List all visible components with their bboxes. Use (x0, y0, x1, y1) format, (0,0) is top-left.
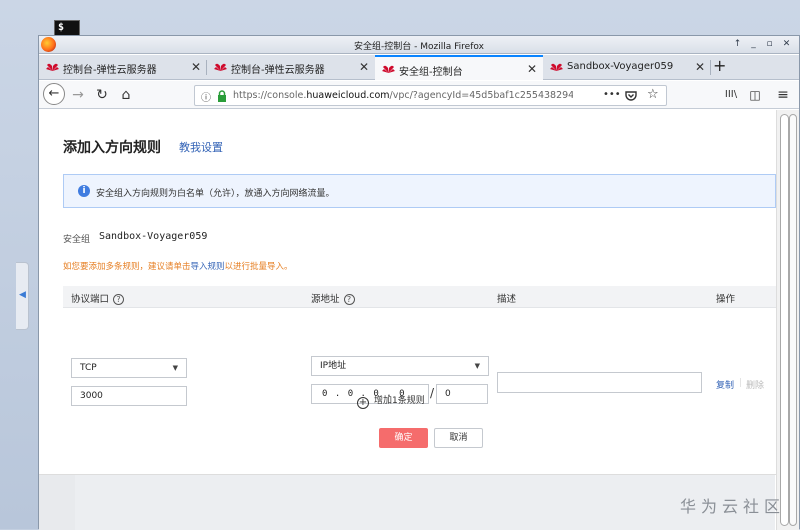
tab-separator (710, 60, 711, 75)
firefox-window: 安全组-控制台 - Mozilla Firefox ↑ _ ▫ ✕ 控制台-弹性… (38, 35, 800, 530)
column-source: 源地址? (311, 291, 355, 305)
help-icon[interactable]: ? (343, 294, 355, 305)
import-hint: 如您要添加多条规则，建议请单击导入规则以进行批量导入。 (63, 262, 293, 272)
watermark: 华为云社区 (680, 497, 786, 516)
op-divider: | (739, 378, 743, 388)
security-group-name: Sandbox-Voyager059 (99, 231, 208, 242)
page-background (75, 475, 775, 530)
rule-dialog: 添加入方向规则 教我设置 i 安全组入方向规则为白名单（允许），放通入方向网络流… (39, 110, 776, 475)
column-protocol-port: 协议端口? (71, 291, 125, 305)
collapse-arrow-icon[interactable]: ◀ (19, 290, 26, 300)
reload-button[interactable]: ↻ (93, 85, 111, 105)
back-button[interactable]: ← (43, 83, 65, 105)
forward-button[interactable]: → (69, 85, 87, 105)
help-link[interactable]: 教我设置 (179, 139, 223, 155)
mask-input[interactable]: 0 (436, 384, 488, 404)
tab-close-icon[interactable]: ✕ (359, 60, 369, 74)
huawei-logo-icon (46, 63, 59, 71)
info-icon: i (78, 185, 90, 197)
pocket-icon[interactable] (625, 90, 637, 102)
protocol-select[interactable]: TCP ▼ (71, 358, 187, 378)
tab-close-icon[interactable]: ✕ (695, 60, 705, 74)
port-input[interactable]: 3000 (71, 386, 187, 406)
source-type-select[interactable]: IP地址 ▼ (311, 356, 489, 376)
column-description: 描述 (497, 294, 517, 305)
tab-label: 安全组-控制台 (399, 67, 463, 78)
tab-sandbox[interactable]: Sandbox-Voyager059 ✕ (543, 55, 711, 80)
home-button[interactable]: ⌂ (117, 85, 135, 105)
mask-separator: / (430, 386, 435, 400)
description-input[interactable] (497, 372, 702, 393)
info-banner: i 安全组入方向规则为白名单（允许），放通入方向网络流量。 (63, 174, 776, 208)
new-tab-button[interactable]: + (713, 56, 726, 75)
plus-circle-icon: + (357, 397, 369, 409)
scrollbar-thumb[interactable] (780, 114, 789, 526)
huawei-logo-icon (382, 65, 395, 73)
title-bar: 安全组-控制台 - Mozilla Firefox ↑ _ ▫ ✕ (39, 36, 799, 54)
info-text: 安全组入方向规则为白名单（允许），放通入方向网络流量。 (96, 189, 335, 199)
url-bar[interactable]: ⓘ https://console.huaweicloud.com/vpc/?a… (194, 85, 667, 106)
bookmark-star-icon[interactable]: ☆ (647, 87, 659, 102)
column-operation: 操作 (716, 294, 736, 305)
caret-down-icon: ▼ (172, 364, 178, 372)
tab-close-icon[interactable]: ✕ (527, 62, 537, 76)
tab-security-group[interactable]: 安全组-控制台 ✕ (375, 55, 543, 80)
window-maximize-button[interactable]: ▫ (763, 39, 776, 50)
tab-close-icon[interactable]: ✕ (191, 60, 201, 74)
page-content: 添加入方向规则 教我设置 i 安全组入方向规则为白名单（允许），放通入方向网络流… (39, 110, 799, 530)
tab-strip: 控制台-弹性云服务器 ✕ 控制台-弹性云服务器 ✕ 安全组-控制台 ✕ Sand… (39, 55, 799, 80)
security-group-label: 安全组 (63, 235, 91, 245)
tab-label: 控制台-弹性云服务器 (63, 65, 157, 76)
url-text[interactable]: https://console.huaweicloud.com/vpc/?age… (233, 90, 573, 101)
window-raise-button[interactable]: ↑ (731, 39, 744, 50)
add-rule-button[interactable]: + 增加1条规则 (357, 393, 425, 409)
huawei-logo-icon (214, 63, 227, 71)
ok-button[interactable]: 确定 (379, 428, 428, 448)
delete-rule-link[interactable]: 删除 (746, 378, 764, 391)
help-icon[interactable]: ? (113, 294, 125, 305)
sidebar-button[interactable]: ◫ (747, 85, 763, 105)
import-rules-link[interactable]: 导入规则 (191, 262, 225, 272)
window-title: 安全组-控制台 - Mozilla Firefox (354, 42, 484, 52)
dialog-title: 添加入方向规则 (63, 140, 161, 156)
scrollbar-track[interactable] (789, 114, 797, 526)
page-sidebar-background (39, 475, 75, 530)
tab-ecs-2[interactable]: 控制台-弹性云服务器 ✕ (207, 55, 375, 80)
tab-ecs-1[interactable]: 控制台-弹性云服务器 ✕ (39, 55, 207, 80)
page-actions-button[interactable]: ••• (603, 89, 621, 100)
rule-table-header: 协议端口? 源地址? 描述 操作 (63, 286, 776, 308)
tab-label: 控制台-弹性云服务器 (231, 65, 325, 76)
menu-button[interactable]: ≡ (775, 85, 791, 105)
info-icon[interactable]: ⓘ (201, 89, 211, 104)
huawei-logo-icon (550, 63, 563, 71)
window-minimize-button[interactable]: _ (747, 39, 760, 50)
tab-label: Sandbox-Voyager059 (567, 61, 674, 72)
copy-rule-link[interactable]: 复制 (716, 378, 734, 391)
library-button[interactable]: III\ (723, 85, 739, 105)
caret-down-icon: ▼ (474, 362, 480, 370)
cancel-button[interactable]: 取消 (434, 428, 483, 448)
navigation-bar: ← → ↻ ⌂ ⓘ https://console.huaweicloud.co… (39, 81, 799, 109)
window-close-button[interactable]: ✕ (780, 39, 793, 50)
lock-icon (218, 90, 226, 102)
